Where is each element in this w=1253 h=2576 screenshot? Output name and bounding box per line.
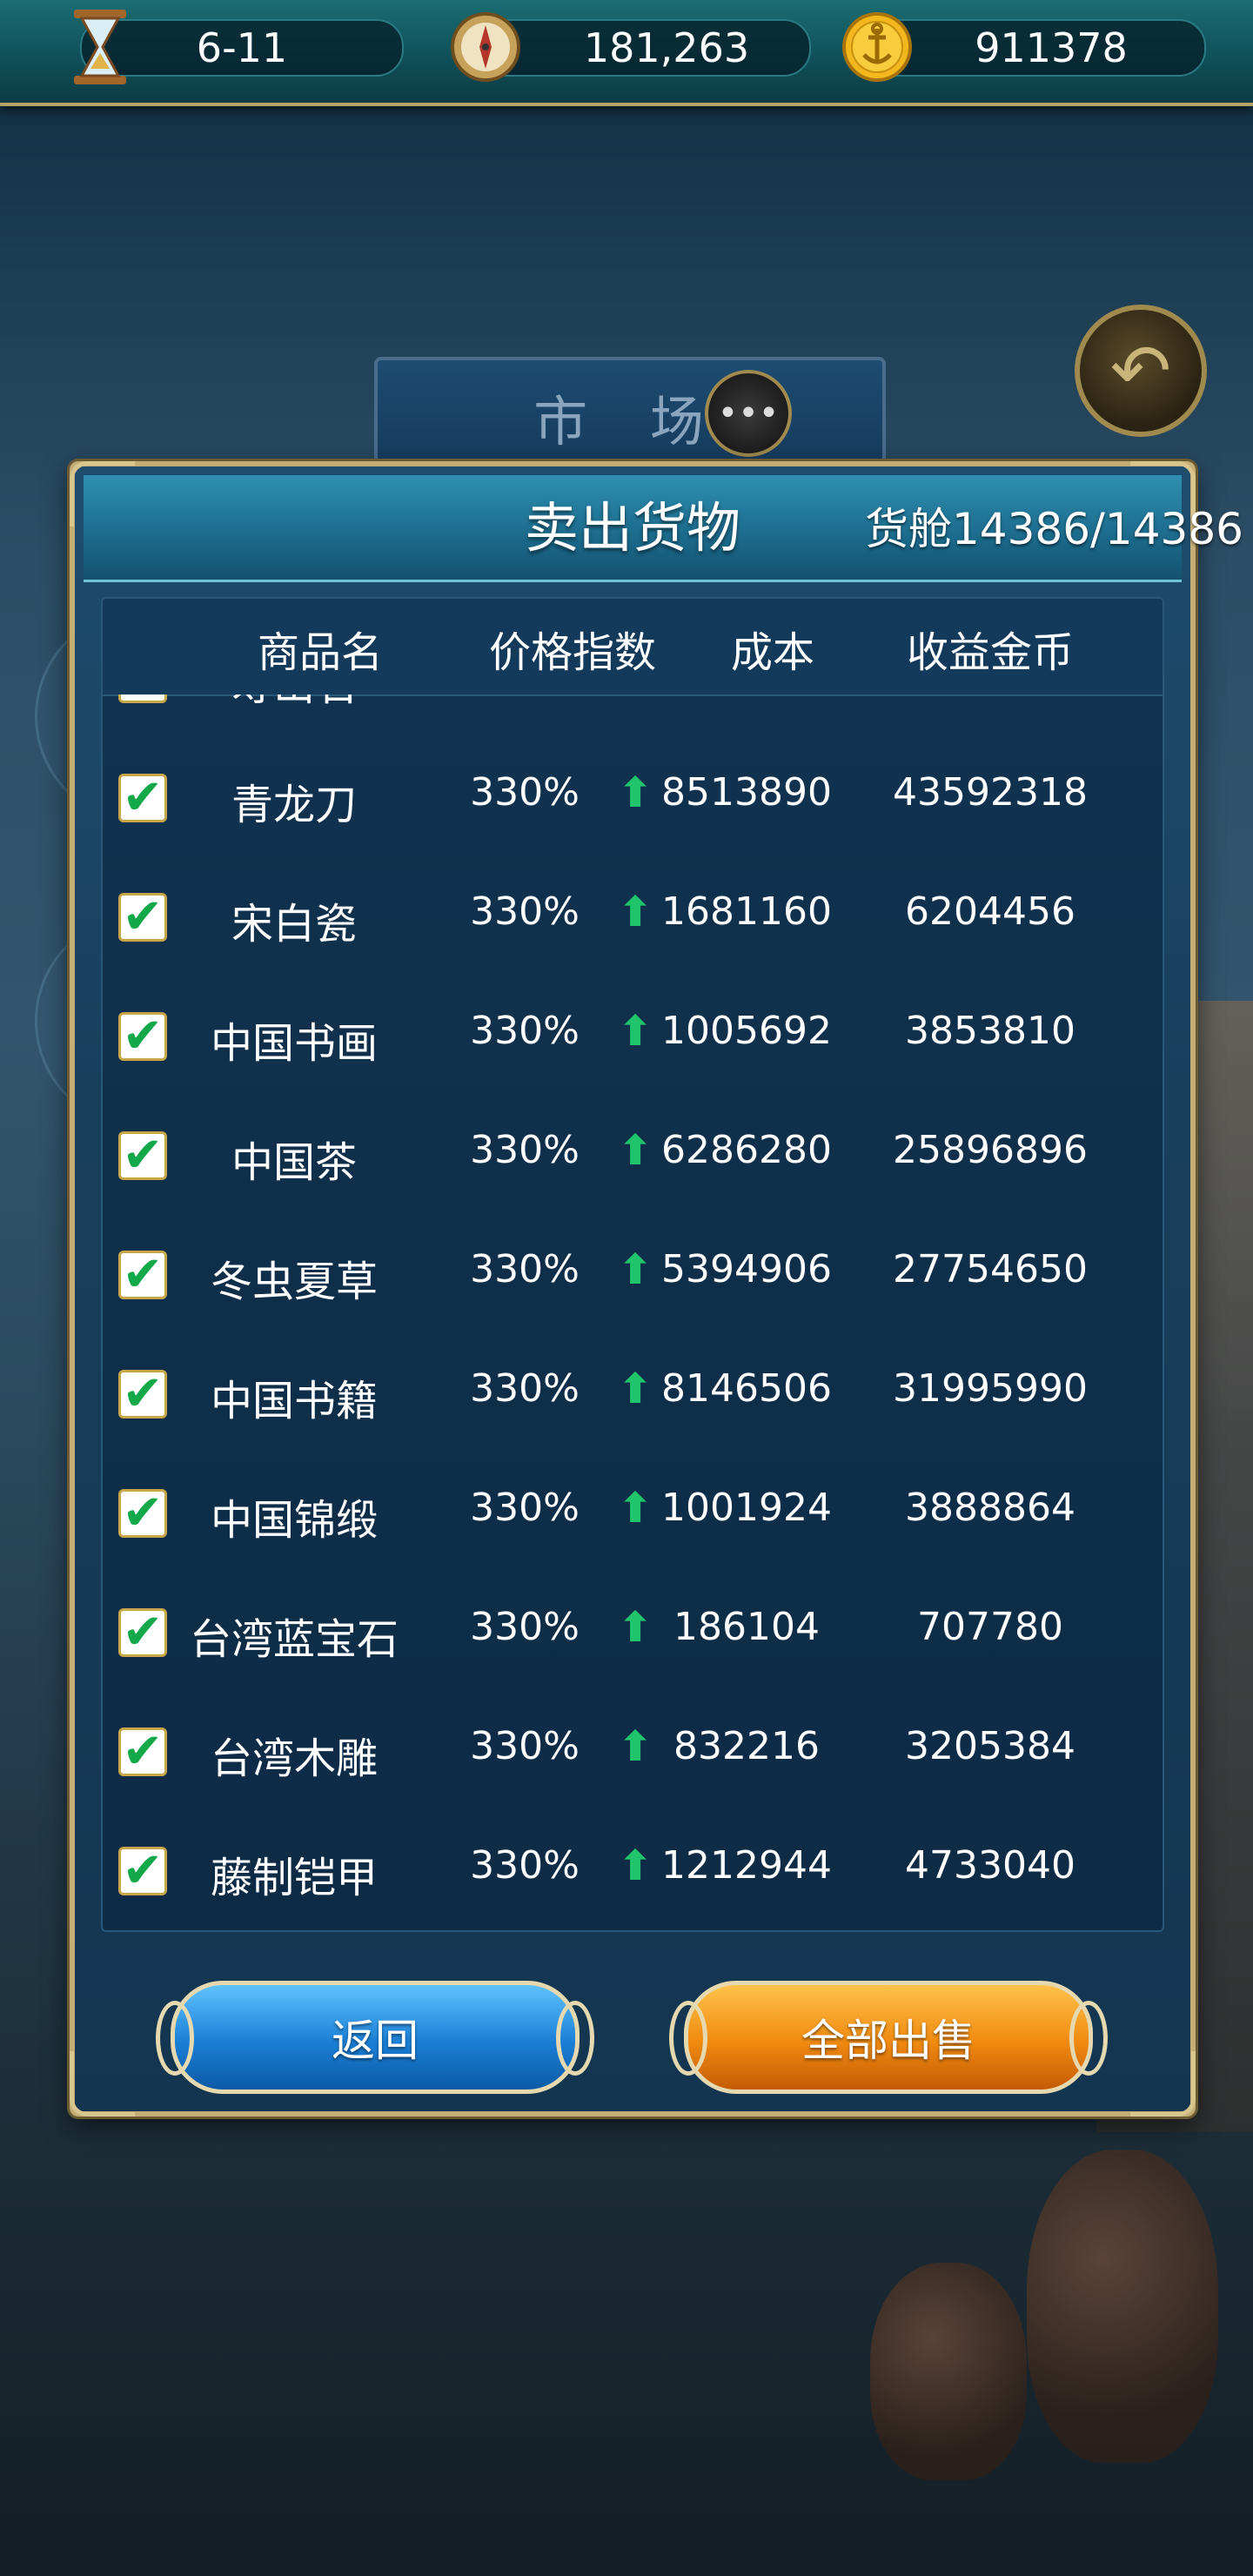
goods-list[interactable]: ✔寿山石175%⬆50656967686336✔青龙刀330%⬆85138904… [103,694,1163,1930]
resource-bar: 6-11 181,263 911378 [0,0,1253,106]
goods-cost: 8513890 [661,770,832,815]
column-header-name: 商品名 [257,628,383,677]
goods-profit: 4733040 [905,1843,1075,1888]
goods-name: 台湾木雕 [210,1734,378,1783]
table-row[interactable]: ✔ 冬虫夏草 330% ⬆ 5394906 27754650 [103,1221,1163,1340]
price-index: 330% [470,1486,580,1530]
table-row[interactable]: ✔ 中国书画 330% ⬆ 1005692 3853810 [103,983,1163,1102]
goods-profit: 7686336 [834,694,1147,695]
back-button-label: 返回 [332,2016,419,2066]
price-index: 330% [470,1366,580,1411]
table-row[interactable]: ✔寿山石175%⬆50656967686336 [103,694,1163,744]
goods-cost: 1005692 [661,1009,832,1053]
up-arrow-icon: ⬆ [618,1722,653,1771]
up-arrow-icon: ⬆ [618,1365,653,1413]
table-row[interactable]: ✔ 青龙刀 330% ⬆ 8513890 43592318 [103,744,1163,863]
goods-name: 中国茶 [231,1138,357,1187]
up-arrow-icon: ⬆ [618,1245,653,1294]
table-row[interactable]: ✔ 台湾木雕 330% ⬆ 832216 3205384 [103,1698,1163,1817]
up-arrow-icon: ⬆ [618,1484,653,1533]
anchor-coin-icon [840,5,915,89]
compass-value: 181,263 [583,24,750,71]
up-arrow-icon: ⬆ [618,1126,653,1175]
price-index: 330% [470,770,580,815]
column-header-price-index: 价格指数 [488,628,656,677]
up-arrow-icon: ⬆ [618,694,653,698]
goods-name: 藤制铠甲 [210,1854,378,1902]
price-index: 330% [470,889,580,934]
cargo-capacity: 货舱14386/14386 [865,504,1243,554]
sell-all-button[interactable]: 全部出售 [669,1981,1108,2094]
price-index: 330% [470,1247,580,1291]
goods-name: 中国书籍 [210,1377,378,1426]
date-value: 6-11 [196,24,288,71]
table-row[interactable]: ✔ 宋白瓷 330% ⬆ 1681160 6204456 [103,863,1163,983]
return-arrow-icon[interactable]: ↶ [1075,305,1207,437]
goods-profit: 31995990 [893,1366,1088,1411]
goods-cost: 1212944 [661,1843,832,1888]
goods-name: 中国书画 [210,1019,378,1068]
price-index: 330% [470,1605,580,1649]
goods-cost: 832216 [673,1724,820,1768]
frame-corner [70,2051,135,2116]
table-header: 商品名 价格指数 成本 收益金币 [103,599,1163,696]
column-header-profit: 收益金币 [906,628,1074,677]
chat-bubble-icon[interactable]: ••• [705,370,792,457]
goods-profit: 25896896 [893,1128,1088,1172]
button-ornament [669,2001,707,2076]
goods-table: 商品名 价格指数 成本 收益金币 ✔寿山石175%⬆50656967686336… [101,597,1164,1932]
table-row[interactable]: ✔ 藤制铠甲 330% ⬆ 1212944 4733040 [103,1817,1163,1930]
frame-corner [1130,2051,1196,2116]
goods-name: 冬虫夏草 [210,1258,378,1306]
price-index: 330% [470,1724,580,1768]
up-arrow-icon: ⬆ [618,1841,653,1890]
background-jar [1027,2150,1218,2463]
gold-value: 911378 [975,24,1128,71]
goods-profit: 3205384 [905,1724,1075,1768]
market-title: 市 场 [533,390,727,453]
up-arrow-icon: ⬆ [618,1007,653,1056]
table-row[interactable]: ✔ 中国茶 330% ⬆ 6286280 25896896 [103,1102,1163,1221]
table-row[interactable]: ✔ 台湾蓝宝石 330% ⬆ 186104 707780 [103,1579,1163,1698]
goods-name: 中国锦缎 [210,1496,378,1545]
goods-name: 青龙刀 [231,781,357,829]
goods-cost: 6286280 [661,1128,832,1172]
price-index: 330% [470,1128,580,1172]
goods-name: 台湾蓝宝石 [189,1615,399,1664]
up-arrow-icon: ⬆ [618,768,653,817]
goods-cost: 1681160 [661,889,832,934]
column-header-cost: 成本 [730,628,814,677]
sell-all-button-label: 全部出售 [801,2016,975,2066]
sell-goods-dialog: 卖出货物 货舱14386/14386 商品名 价格指数 成本 收益金币 ✔寿山石… [70,461,1243,2116]
goods-profit: 707780 [917,1605,1063,1649]
goods-profit: 27754650 [893,1247,1088,1291]
goods-cost: 186104 [673,1605,820,1649]
hourglass-icon [63,5,137,89]
background-jar [870,2263,1027,2480]
goods-cost: 5394906 [661,1247,832,1291]
button-ornament [556,2001,594,2076]
price-index: 330% [470,1009,580,1053]
goods-cost: 1001924 [661,1486,832,1530]
goods-profit: 6204456 [905,889,1075,934]
goods-cost: 8146506 [661,1366,832,1411]
goods-profit: 3853810 [905,1009,1075,1053]
back-button[interactable]: 返回 [156,1981,594,2094]
goods-name: 宋白瓷 [231,900,357,949]
button-ornament [156,2001,194,2076]
up-arrow-icon: ⬆ [618,1603,653,1652]
price-index: 175% [455,694,594,695]
market-header: 市 场 [374,357,886,477]
goods-cost: 5065696 [660,694,834,695]
goods-profit: 3888864 [905,1486,1075,1530]
price-index: 330% [470,1843,580,1888]
goods-name: 寿山石 [155,694,433,712]
compass-icon [448,5,523,89]
goods-profit: 43592318 [893,770,1088,815]
table-row[interactable]: ✔ 中国书籍 330% ⬆ 8146506 31995990 [103,1340,1163,1459]
up-arrow-icon: ⬆ [618,888,653,936]
table-row[interactable]: ✔ 中国锦缎 330% ⬆ 1001924 3888864 [103,1459,1163,1579]
button-ornament [1069,2001,1108,2076]
